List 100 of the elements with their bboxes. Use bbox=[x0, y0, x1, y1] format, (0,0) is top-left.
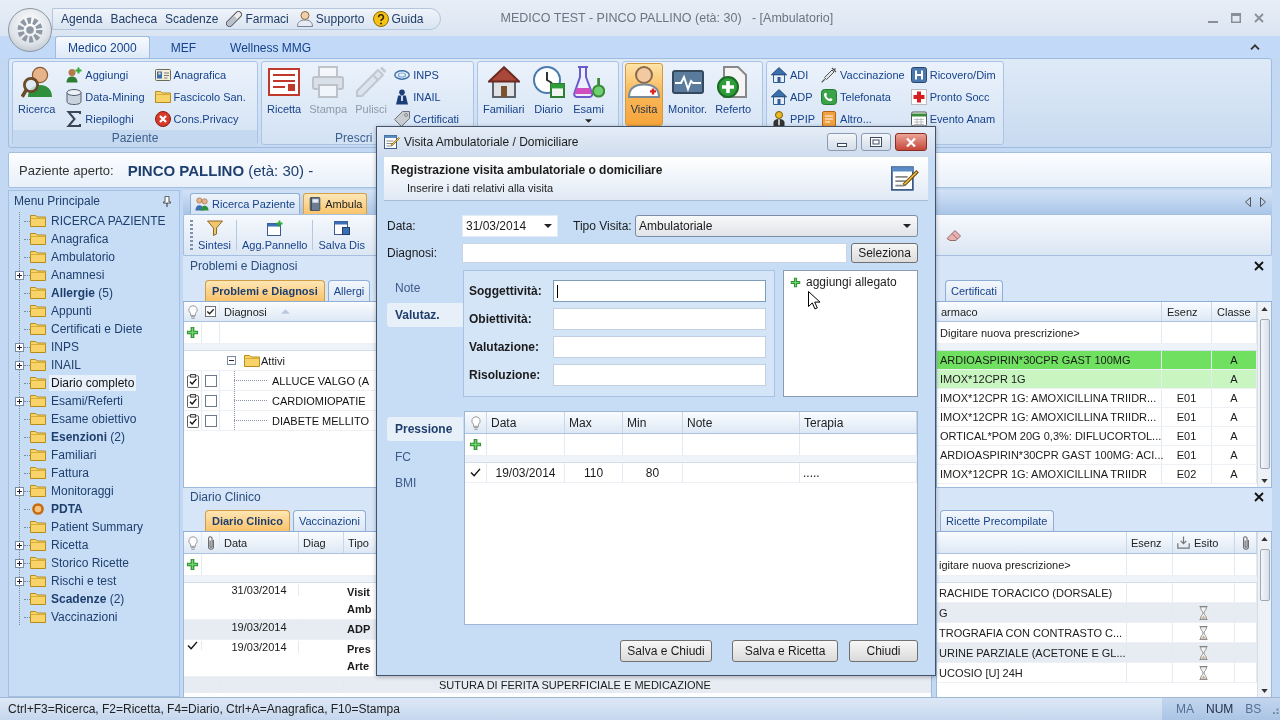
tree-item[interactable]: Allergie (5) bbox=[49, 285, 115, 301]
document-tab[interactable]: Ambula bbox=[303, 193, 368, 214]
toolbar-button[interactable]: Agg.Pannello bbox=[239, 217, 311, 253]
quick-access-button[interactable]: Scadenze bbox=[165, 9, 219, 29]
text-field[interactable] bbox=[553, 280, 766, 302]
tree-item[interactable]: INAIL bbox=[49, 357, 83, 373]
ribbon-button[interactable]: Telefonata bbox=[819, 86, 907, 108]
arrow-left-icon[interactable] bbox=[1245, 197, 1251, 207]
toolbar-button[interactable]: Sintesi bbox=[195, 217, 235, 253]
column-header[interactable]: Diagnosi bbox=[224, 305, 267, 318]
ribbon-button[interactable]: Diario bbox=[529, 63, 568, 126]
dialog-button[interactable]: Salva e Chiudi bbox=[620, 640, 712, 662]
scrollbar[interactable] bbox=[1257, 532, 1271, 697]
ribbon-button[interactable]: INPS bbox=[392, 64, 461, 86]
scroll-up-icon[interactable] bbox=[1261, 537, 1268, 541]
close-button[interactable] bbox=[895, 133, 927, 151]
date-field[interactable]: 31/03/2014 bbox=[462, 215, 558, 237]
ribbon-button[interactable]: Data-Mining bbox=[64, 86, 147, 108]
side-tab[interactable]: Pressione bbox=[387, 417, 463, 441]
ribbon-button[interactable]: Pronto Socc bbox=[908, 86, 998, 108]
ribbon-button[interactable]: Cons.Privacy bbox=[152, 108, 248, 130]
tree-item[interactable]: Appunti bbox=[49, 303, 94, 319]
panel-tab[interactable]: Vaccinazioni bbox=[292, 510, 366, 531]
tree-item[interactable]: Esami/Referti bbox=[49, 393, 126, 409]
maximize-icon[interactable] bbox=[1231, 13, 1241, 23]
scroll-down-icon[interactable] bbox=[1261, 689, 1268, 693]
table-row[interactable]: IMOX*12CPR 1G: AMOXICILLINA TRIIDR... E01 A bbox=[937, 408, 1257, 427]
tree-item[interactable]: Fattura bbox=[49, 465, 91, 481]
ribbon-button[interactable]: PPIP bbox=[769, 108, 818, 130]
quick-access-button[interactable]: Supporto bbox=[296, 9, 365, 29]
tree-item[interactable]: Anagrafica bbox=[49, 231, 111, 247]
quick-access-button[interactable]: Bacheca bbox=[110, 9, 158, 29]
expand-icon[interactable] bbox=[15, 540, 24, 550]
table-row[interactable]: G bbox=[937, 603, 1257, 623]
text-field[interactable] bbox=[553, 308, 766, 330]
ribbon-tab[interactable]: MEF bbox=[157, 36, 210, 58]
add-attachment-link[interactable]: aggiungi allegato bbox=[790, 275, 897, 289]
table-row[interactable]: SUTURA DI FERITA SUPERFICIALE E MEDICAZIONE bbox=[184, 677, 931, 693]
arrow-right-icon[interactable] bbox=[1260, 197, 1266, 207]
text-field[interactable] bbox=[553, 364, 766, 386]
expand-icon[interactable] bbox=[15, 360, 24, 370]
tree-item[interactable]: Ambulatorio bbox=[49, 249, 118, 265]
ribbon-button[interactable]: Vaccinazione bbox=[819, 64, 907, 86]
tree-item[interactable]: Esame obiettivo bbox=[49, 411, 139, 427]
column-header[interactable]: Diag bbox=[299, 532, 344, 553]
scroll-thumb[interactable] bbox=[1259, 319, 1270, 469]
scrollbar[interactable] bbox=[1257, 302, 1271, 487]
add-icon[interactable] bbox=[469, 438, 482, 451]
tree-item[interactable]: Certificati e Diete bbox=[49, 321, 145, 337]
tree-item[interactable]: Ricetta bbox=[49, 537, 91, 553]
ribbon-tab[interactable]: Medico 2000 bbox=[55, 36, 150, 58]
ribbon-button[interactable]: Monitor. bbox=[665, 63, 711, 126]
maximize-button[interactable] bbox=[861, 133, 891, 151]
checkbox[interactable] bbox=[204, 414, 217, 427]
quick-access-button[interactable]: Agenda bbox=[61, 9, 103, 29]
visit-type-dropdown[interactable]: Ambulatoriale bbox=[635, 215, 918, 237]
ribbon-button[interactable]: Certificati bbox=[392, 108, 461, 130]
pin-icon[interactable] bbox=[163, 195, 171, 207]
tree-item[interactable]: Scadenze (2) bbox=[49, 591, 127, 607]
select-button[interactable]: Seleziona bbox=[851, 243, 918, 263]
ribbon-button[interactable]: Riepiloghi bbox=[64, 108, 147, 130]
side-tab[interactable]: Note bbox=[387, 278, 463, 298]
ribbon-button[interactable]: Familiari bbox=[480, 63, 528, 126]
ribbon-button[interactable]: Esami bbox=[569, 63, 608, 126]
tree-item[interactable]: Rischi e test bbox=[49, 573, 119, 589]
column-header[interactable]: Esenz bbox=[1127, 532, 1173, 553]
panel-tab[interactable]: Diario Clinico bbox=[205, 510, 290, 531]
ribbon-tab[interactable]: Wellness MMG bbox=[217, 36, 325, 58]
add-icon[interactable] bbox=[186, 326, 199, 339]
tree-item[interactable]: Storico Ricette bbox=[49, 555, 132, 571]
panel-tab[interactable]: Ricette Precompilate bbox=[940, 510, 1054, 531]
expand-icon[interactable] bbox=[15, 342, 24, 352]
quick-access-button[interactable]: Guida bbox=[372, 9, 424, 29]
tree-item[interactable]: RICERCA PAZIENTE bbox=[49, 213, 168, 229]
panel-tab[interactable]: Problemi e Diagnosi bbox=[205, 280, 325, 301]
ribbon-button[interactable]: Referto bbox=[712, 63, 755, 126]
tree-item[interactable]: Anamnesi bbox=[49, 267, 107, 283]
tree-item[interactable]: PDTA bbox=[49, 501, 85, 517]
side-tab[interactable]: Valutaz. bbox=[387, 303, 463, 327]
table-row[interactable]: IMOX*12CPR 1G: AMOXICILLINA TRIIDR E02 A bbox=[937, 465, 1257, 484]
ribbon-button[interactable]: Ricetta bbox=[264, 63, 305, 126]
table-row[interactable]: ARDIOASPIRIN*30CPR GAST 100MG: ACI... E01 A bbox=[937, 446, 1257, 465]
tree-item[interactable]: INPS bbox=[49, 339, 81, 355]
column-header[interactable]: Note bbox=[683, 412, 800, 433]
eraser-icon[interactable] bbox=[946, 229, 962, 241]
dialog-button[interactable]: Chiudi bbox=[849, 640, 918, 662]
ribbon-button[interactable]: Ricovero/Dim bbox=[908, 64, 998, 86]
panel-tab[interactable]: Allergi bbox=[327, 280, 371, 301]
caret-icon[interactable] bbox=[903, 224, 911, 228]
add-icon[interactable] bbox=[186, 558, 199, 571]
document-tab[interactable]: Ricerca Paziente bbox=[190, 193, 301, 214]
chevron-up-icon[interactable] bbox=[1250, 44, 1260, 50]
column-header[interactable]: Terapia bbox=[800, 412, 917, 433]
ribbon-button[interactable]: Visita bbox=[625, 63, 663, 126]
side-tab[interactable]: BMI bbox=[387, 473, 463, 493]
close-icon[interactable] bbox=[1254, 492, 1264, 502]
scroll-down-icon[interactable] bbox=[1261, 479, 1268, 483]
ribbon-button[interactable]: ADP bbox=[769, 86, 818, 108]
scroll-up-icon[interactable] bbox=[1261, 307, 1268, 311]
tree-item[interactable]: Patient Summary bbox=[49, 519, 146, 535]
